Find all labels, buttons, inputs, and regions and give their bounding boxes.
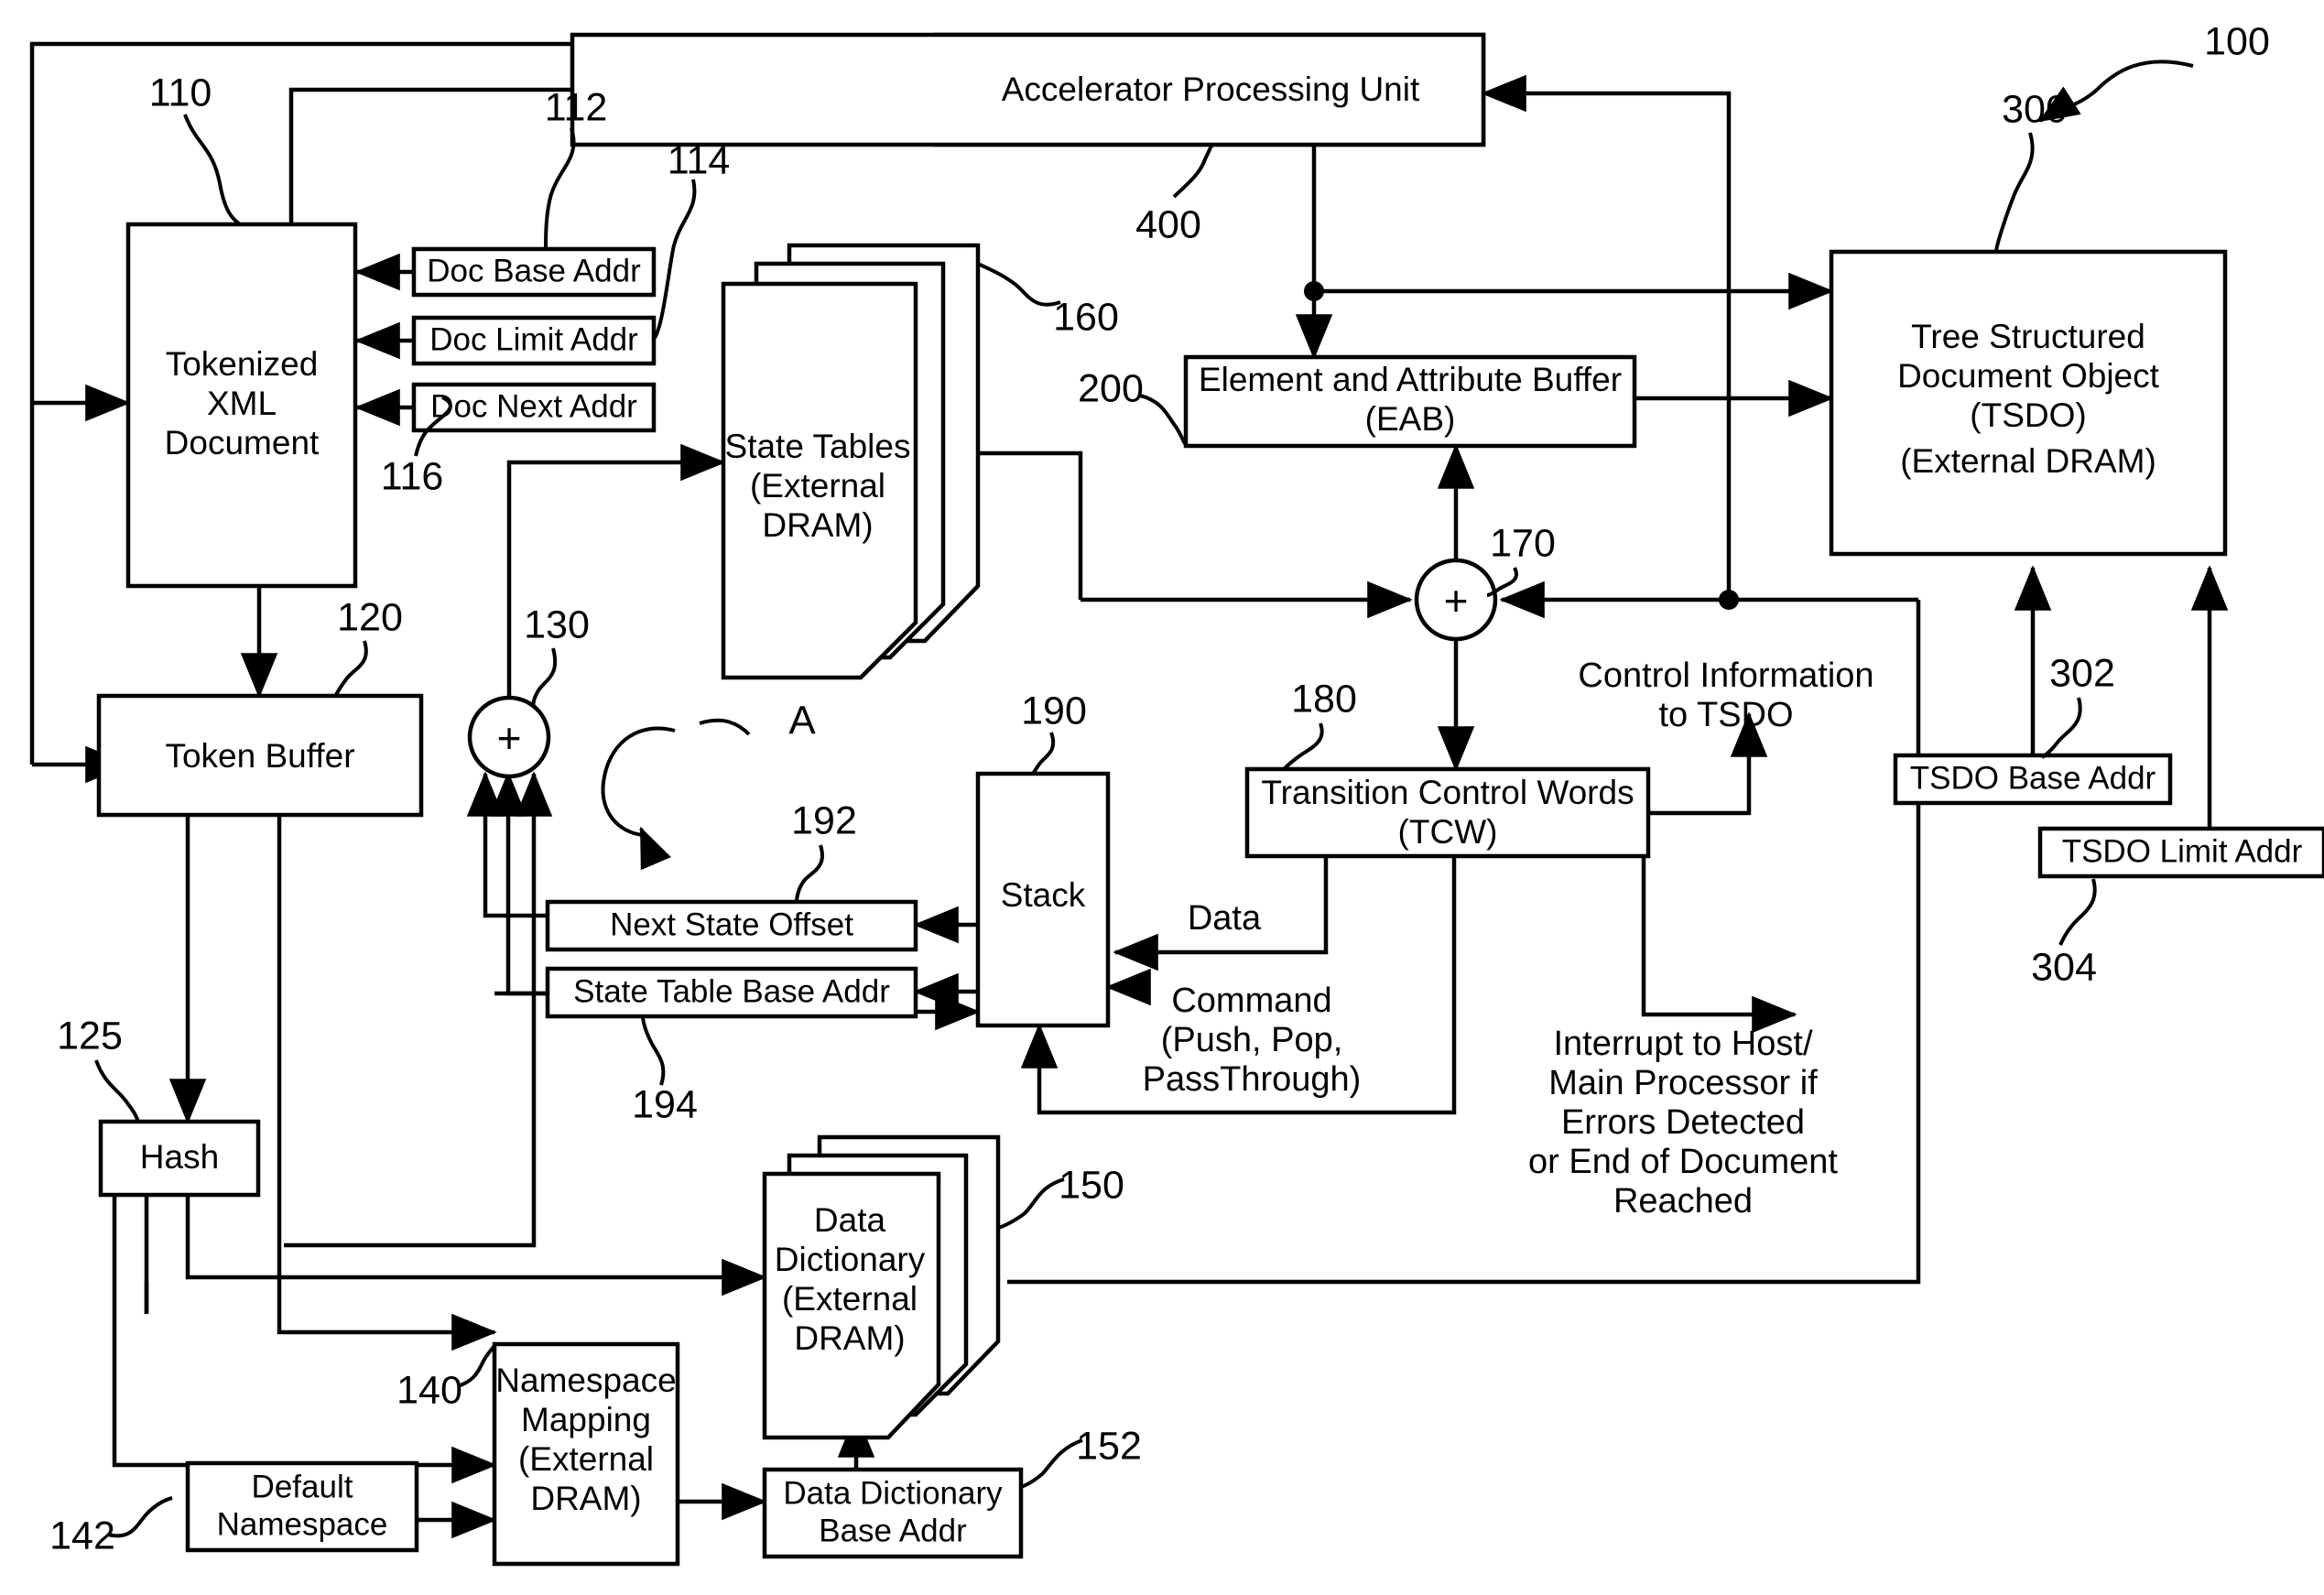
data-dictionary-line-4: DRAM): [794, 1319, 905, 1357]
ref-125: 125: [57, 1014, 123, 1058]
doc-next-addr-label: Doc Next Addr: [430, 388, 637, 424]
adder-170-symbol: +: [1444, 577, 1469, 624]
ref-194: 194: [632, 1082, 698, 1126]
ref-304: 304: [2031, 945, 2097, 989]
namespace-mapping-line-4: DRAM): [530, 1480, 641, 1517]
ref-140: 140: [396, 1368, 462, 1412]
ref-302: 302: [2049, 651, 2115, 695]
ref-120: 120: [337, 595, 403, 639]
data-dictionary-line-2: Dictionary: [775, 1241, 926, 1278]
eab-line-1: Element and Attribute Buffer: [1199, 361, 1622, 398]
command-line-2: (Push, Pop,: [1161, 1021, 1343, 1059]
ref-150: 150: [1059, 1163, 1124, 1207]
state-table-base-addr-label: State Table Base Addr: [573, 973, 890, 1009]
data-dictionary-line-1: Data: [814, 1201, 886, 1239]
default-namespace-line-1: Default: [252, 1469, 353, 1504]
interrupt-line-4: or End of Document: [1528, 1143, 1838, 1181]
ref-100: 100: [2204, 19, 2270, 63]
default-namespace-line-2: Namespace: [217, 1506, 388, 1542]
ref-114: 114: [668, 138, 731, 182]
tcw-line-1: Transition Control Words: [1261, 774, 1634, 811]
ref-190: 190: [1021, 689, 1087, 732]
ref-130: 130: [524, 602, 590, 646]
ref-116: 116: [381, 454, 444, 498]
dd-base-addr-line-1: Data Dictionary: [783, 1475, 1003, 1511]
doc-base-addr-label: Doc Base Addr: [427, 253, 641, 288]
adder-130-symbol: +: [497, 714, 522, 762]
ref-180: 180: [1291, 677, 1357, 721]
token-buffer-label: Token Buffer: [165, 737, 354, 775]
state-tables-line-1: State Tables: [725, 428, 911, 465]
command-line-1: Command: [1171, 982, 1331, 1020]
stack-label: Stack: [1001, 876, 1086, 914]
namespace-mapping-line-1: Namespace: [495, 1362, 676, 1399]
ref-110: 110: [149, 71, 212, 114]
apu-label: Accelerator Processing Unit: [1002, 71, 1420, 108]
command-line-3: PassThrough): [1143, 1060, 1362, 1099]
next-state-offset-label: Next State Offset: [610, 906, 853, 942]
tsdo-line-4: (External DRAM): [1900, 442, 2156, 480]
namespace-mapping-line-3: (External: [518, 1440, 654, 1478]
control-info-line-1: Control Information: [1578, 656, 1873, 695]
interrupt-line-2: Main Processor if: [1548, 1064, 1818, 1102]
ref-400: 400: [1135, 202, 1201, 246]
tcw-line-2: (TCW): [1398, 813, 1498, 851]
patent-figure-canvas: Accelerator Processing Unit Tokenized XM…: [0, 0, 2324, 1595]
ref-160: 160: [1053, 295, 1119, 339]
dd-base-addr-line-2: Base Addr: [819, 1513, 967, 1548]
tsdo-line-1: Tree Structured: [1911, 318, 2145, 355]
tokenized-xml-line-2: XML: [207, 385, 277, 422]
ref-192: 192: [791, 798, 857, 842]
ref-142: 142: [49, 1514, 115, 1557]
tsdo-line-3: (TSDO): [1970, 396, 2086, 434]
data-dictionary-line-3: (External: [782, 1280, 918, 1318]
callout-a: A: [788, 699, 816, 743]
eab-line-2: (EAB): [1365, 400, 1456, 438]
control-info-line-2: to TSDO: [1658, 696, 1793, 734]
tokenized-xml-line-1: Tokenized: [166, 345, 319, 383]
state-tables-line-2: (External: [750, 467, 885, 505]
ref-152: 152: [1076, 1424, 1142, 1468]
state-tables-line-3: DRAM): [762, 506, 873, 544]
namespace-mapping-line-2: Mapping: [521, 1401, 651, 1438]
interrupt-line-1: Interrupt to Host/: [1553, 1025, 1812, 1063]
tsdo-base-addr-label: TSDO Base Addr: [1910, 760, 2156, 796]
ref-170: 170: [1490, 521, 1556, 565]
block-diagram: Accelerator Processing Unit Tokenized XM…: [29, 19, 2324, 1567]
doc-limit-addr-label: Doc Limit Addr: [429, 321, 638, 357]
tsdo-line-2: Document Object: [1897, 357, 2160, 395]
ref-200: 200: [1078, 366, 1144, 410]
interrupt-line-5: Reached: [1613, 1182, 1753, 1221]
tsdo-limit-addr-label: TSDO Limit Addr: [2062, 833, 2303, 869]
ref-112: 112: [545, 85, 608, 129]
data-flow-label: Data: [1188, 899, 1262, 938]
tokenized-xml-line-3: Document: [165, 424, 320, 461]
ref-300: 300: [2002, 87, 2068, 131]
interrupt-line-3: Errors Detected: [1561, 1103, 1805, 1142]
hash-label: Hash: [140, 1138, 219, 1176]
